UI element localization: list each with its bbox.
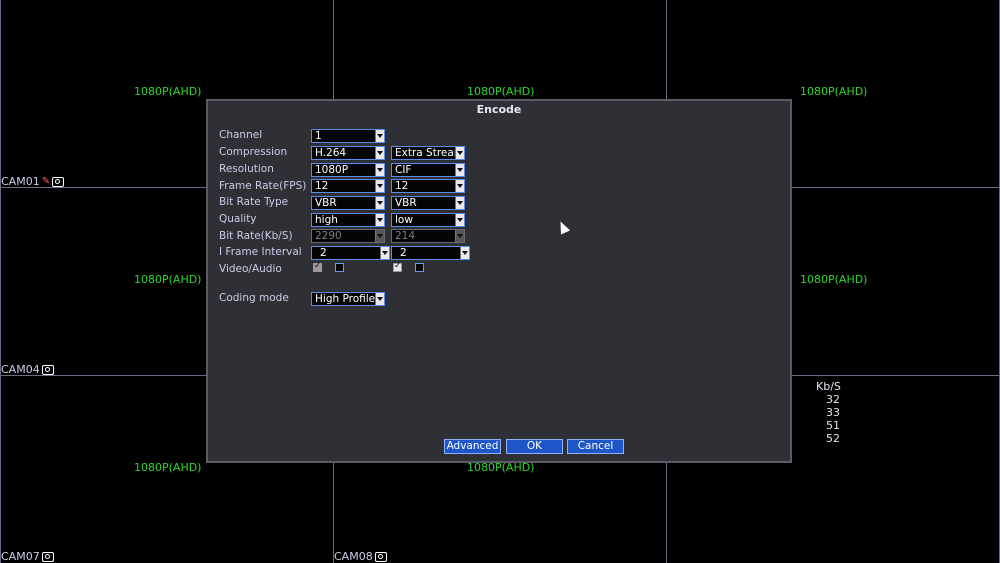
cell-resolution-label: 1080P(AHD): [134, 85, 202, 98]
camera-label-cam08[interactable]: CAM08: [334, 550, 387, 563]
coding-mode-select[interactable]: High Profile: [311, 292, 385, 306]
bit-rate-type-label: Bit Rate Type: [219, 196, 289, 208]
dialog-title: Encode: [476, 103, 522, 116]
bitrate-value: 51: [826, 419, 840, 432]
chevron-down-icon[interactable]: [375, 180, 384, 192]
bitrate-value: 32: [826, 393, 840, 406]
extra-bit-rate-value: 214: [395, 230, 416, 242]
main-bit-rate-select: 2290: [311, 229, 385, 243]
coding-mode-value: High Profile: [315, 293, 376, 305]
i-frame-interval-label: I Frame Interval: [219, 246, 302, 258]
chevron-down-icon[interactable]: [455, 214, 464, 226]
chevron-down-icon[interactable]: [375, 164, 384, 176]
extra-resolution-value: CIF: [395, 164, 412, 176]
main-i-frame-interval-value: 2: [320, 247, 327, 259]
chevron-down-icon[interactable]: [375, 293, 384, 305]
chevron-down-icon[interactable]: [375, 147, 384, 159]
compression-label: Compression: [219, 146, 288, 158]
extra-quality-value: low: [395, 214, 413, 226]
chevron-down-icon[interactable]: [460, 247, 469, 259]
main-video-checkbox[interactable]: [313, 261, 322, 272]
chevron-down-icon[interactable]: [455, 180, 464, 192]
compression-value: H.264: [315, 147, 347, 159]
extra-i-frame-interval-value: 2: [400, 247, 407, 259]
camera-record-icon: [374, 551, 387, 562]
cancel-button[interactable]: Cancel: [567, 439, 624, 454]
camera-label-cam07[interactable]: CAM07: [1, 550, 54, 563]
extra-bit-rate-select: 214: [391, 229, 465, 243]
extra-i-frame-interval-select[interactable]: 2: [391, 246, 470, 260]
chevron-down-icon[interactable]: [455, 197, 464, 209]
bitrate-value: 33: [826, 406, 840, 419]
extra-resolution-select[interactable]: CIF: [391, 163, 465, 177]
bit-rate-label: Bit Rate(Kb/S): [219, 230, 293, 242]
camera-record-icon: [52, 176, 65, 187]
chevron-down-icon[interactable]: [375, 214, 384, 226]
main-audio-checkbox[interactable]: [335, 263, 344, 272]
main-bit-rate-type-value: VBR: [315, 197, 337, 209]
main-i-frame-interval-select[interactable]: 2: [311, 246, 390, 260]
ok-button[interactable]: OK: [506, 439, 563, 454]
camera-name: CAM01: [1, 175, 40, 188]
chevron-down-icon[interactable]: [455, 147, 464, 159]
camera-name: CAM08: [334, 550, 373, 563]
chevron-down-icon: [375, 230, 384, 242]
camera-record-icon: [41, 551, 54, 562]
channel-value: 1: [315, 130, 322, 142]
extra-stream-value: Extra Stream: [395, 147, 465, 159]
resolution-label: Resolution: [219, 163, 274, 175]
extra-frame-rate-select[interactable]: 12: [391, 179, 465, 193]
cell-resolution-label: 1080P(AHD): [134, 273, 202, 286]
camera-record-icon: [41, 364, 54, 375]
chevron-down-icon: [455, 230, 464, 242]
camera-name: CAM07: [1, 550, 40, 563]
extra-bit-rate-type-value: VBR: [395, 197, 417, 209]
cell-resolution-label: 1080P(AHD): [800, 85, 868, 98]
quality-label: Quality: [219, 213, 257, 225]
main-bit-rate-type-select[interactable]: VBR: [311, 196, 385, 210]
coding-mode-label: Coding mode: [219, 292, 289, 304]
chevron-down-icon[interactable]: [375, 130, 384, 142]
main-bit-rate-value: 2290: [315, 230, 342, 242]
extra-audio-checkbox[interactable]: [415, 263, 424, 272]
main-quality-select[interactable]: high: [311, 213, 385, 227]
chevron-down-icon[interactable]: [380, 247, 389, 259]
chevron-down-icon[interactable]: [375, 197, 384, 209]
extra-quality-select[interactable]: low: [391, 213, 465, 227]
bitrate-unit: Kb/S: [816, 380, 841, 393]
bitrate-readout: Kb/S 32 33 51 52: [816, 380, 841, 445]
main-quality-value: high: [315, 214, 338, 226]
main-resolution-value: 1080P: [315, 164, 349, 176]
compression-select[interactable]: H.264: [311, 146, 385, 160]
camera-label-cam04[interactable]: CAM04: [1, 363, 54, 376]
video-audio-label: Video/Audio: [219, 263, 282, 275]
frame-rate-label: Frame Rate(FPS): [219, 180, 307, 192]
chevron-down-icon[interactable]: [455, 164, 464, 176]
extra-bit-rate-type-select[interactable]: VBR: [391, 196, 465, 210]
channel-select[interactable]: 1: [311, 129, 385, 143]
main-frame-rate-select[interactable]: 12: [311, 179, 385, 193]
camera-label-cam01[interactable]: CAM01 ✎: [1, 175, 65, 188]
encode-dialog: Encode Channel Compression Resolution Fr…: [206, 99, 792, 463]
cell-resolution-label: 1080P(AHD): [467, 85, 535, 98]
advanced-button[interactable]: Advanced: [444, 439, 501, 454]
extra-stream-select[interactable]: Extra Stream: [391, 146, 465, 160]
extra-frame-rate-value: 12: [395, 180, 409, 192]
bitrate-value: 52: [826, 432, 840, 445]
camera-name: CAM04: [1, 363, 40, 376]
main-frame-rate-value: 12: [315, 180, 329, 192]
extra-video-checkbox[interactable]: [393, 261, 402, 272]
grid-border: [0, 0, 1, 563]
main-resolution-select[interactable]: 1080P: [311, 163, 385, 177]
cell-resolution-label: 1080P(AHD): [800, 273, 868, 286]
channel-label: Channel: [219, 129, 263, 141]
motion-alarm-icon: ✎: [41, 176, 51, 187]
cell-resolution-label: 1080P(AHD): [134, 461, 202, 474]
